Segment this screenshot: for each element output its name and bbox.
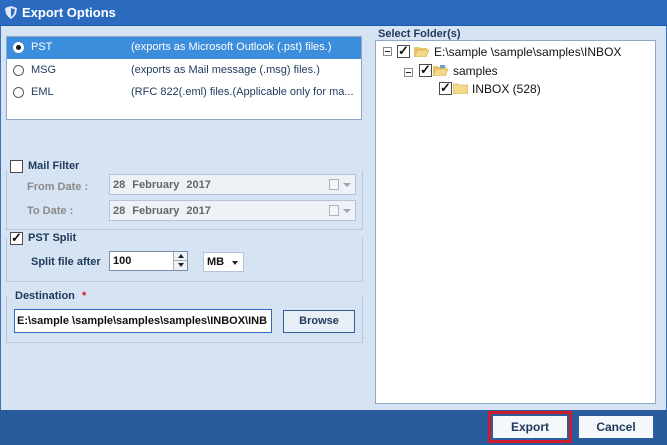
format-option-eml[interactable]: EML (RFC 822(.eml) files.(Applicable onl… (7, 82, 361, 104)
collapse-icon[interactable] (383, 47, 392, 56)
window-title: Export Options (22, 5, 116, 20)
export-format-list: PST (exports as Microsoft Outlook (.pst)… (6, 36, 362, 120)
split-file-after-label: Split file after (31, 256, 101, 268)
format-name: EML (31, 86, 54, 98)
app-shield-icon (5, 6, 17, 19)
dropdown-arrow-icon[interactable] (343, 209, 351, 213)
to-date-label: To Date : (27, 205, 74, 217)
format-option-msg[interactable]: MSG (exports as Mail message (.msg) file… (7, 60, 361, 82)
tree-checkbox-root[interactable] (397, 43, 410, 59)
export-button[interactable]: Export (492, 415, 568, 439)
destination-path-input[interactable]: E:\sample \sample\samples\samples\INBOX\… (14, 309, 272, 333)
tree-checkbox-inbox[interactable] (439, 80, 452, 96)
split-size-value: 100 (113, 255, 132, 267)
calendar-icon[interactable] (329, 205, 339, 216)
format-option-pst[interactable]: PST (exports as Microsoft Outlook (.pst)… (7, 37, 361, 59)
increment-arrow-icon[interactable] (173, 252, 187, 261)
open-folder-icon (414, 47, 429, 57)
from-date-label: From Date : (27, 181, 89, 193)
browse-button[interactable]: Browse (283, 310, 355, 333)
to-date-value: 28 February 2017 (113, 205, 211, 217)
decrement-arrow-icon[interactable] (173, 261, 187, 270)
format-description: (RFC 822(.eml) files.(Applicable only fo… (131, 86, 354, 98)
split-unit-value: MB (207, 256, 225, 268)
destination-path-value: E:\sample \sample\samples\samples\INBOX\… (17, 315, 268, 327)
folder-icon (453, 83, 468, 94)
pst-radio[interactable] (13, 42, 24, 53)
format-name: MSG (31, 64, 57, 76)
select-folders-label: Select Folder(s) (378, 28, 461, 40)
tree-item-root[interactable]: E:\sample \sample\samples\INBOX (434, 45, 621, 59)
tree-item-inbox[interactable]: INBOX (528) (472, 82, 541, 96)
collapse-icon[interactable] (404, 68, 413, 77)
format-name: PST (31, 41, 53, 53)
chevron-down-icon[interactable] (232, 261, 238, 265)
title-bar: Export Options (0, 0, 667, 26)
split-size-stepper[interactable]: 100 (109, 251, 188, 271)
tree-checkbox-samples[interactable] (419, 62, 432, 78)
dropdown-arrow-icon[interactable] (343, 183, 351, 187)
eml-radio[interactable] (13, 87, 24, 98)
format-description: (exports as Microsoft Outlook (.pst) fil… (131, 41, 332, 53)
from-date-value: 28 February 2017 (113, 179, 211, 191)
calendar-icon[interactable] (329, 179, 339, 190)
split-unit-select[interactable]: MB (203, 252, 244, 272)
from-date-picker[interactable]: 28 February 2017 (109, 174, 356, 195)
tree-item-samples[interactable]: samples (453, 64, 498, 78)
format-description: (exports as Mail message (.msg) files.) (131, 64, 320, 76)
open-folder-icon (433, 65, 448, 76)
cancel-button[interactable]: Cancel (578, 415, 654, 439)
msg-radio[interactable] (13, 65, 24, 76)
to-date-picker[interactable]: 28 February 2017 (109, 200, 356, 221)
